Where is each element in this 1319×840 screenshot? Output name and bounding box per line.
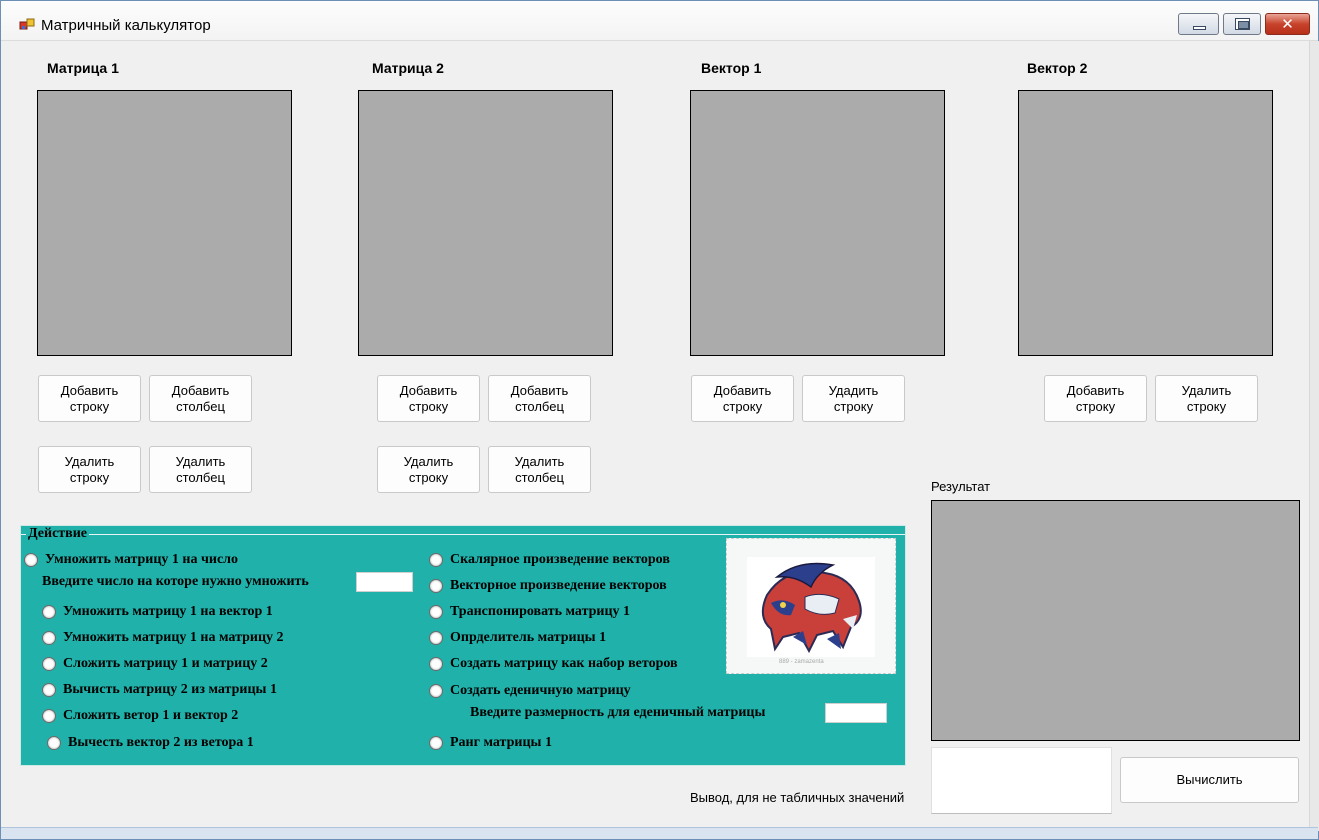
maximize-button[interactable]: [1223, 13, 1261, 35]
number-input[interactable]: [356, 572, 413, 592]
title-bar[interactable]: Матричный калькулятор ✕: [1, 1, 1318, 41]
radio-rank[interactable]: Ранг матрицы 1: [429, 735, 552, 751]
app-icon: [19, 18, 35, 30]
radio-identity-matrix[interactable]: Создать еденичную матрицу: [429, 683, 631, 699]
radio-circle[interactable]: [429, 605, 443, 619]
matrix2-add-column-button[interactable]: Добавить столбец: [488, 375, 591, 422]
matrix2-grid[interactable]: [358, 90, 613, 356]
groupbox-title: Действие: [26, 526, 90, 542]
radio-circle[interactable]: [42, 657, 56, 671]
radio-circle[interactable]: [24, 553, 38, 567]
matrix1-delete-row-button[interactable]: Удалить строку: [38, 446, 141, 493]
action-groupbox: Действие Умножить матрицу 1 на число Вве…: [20, 525, 906, 766]
picture-caption: 889 - zamazenta: [779, 659, 824, 665]
radio-circle[interactable]: [429, 553, 443, 567]
radio-label: Сложить ветор 1 и вектор 2: [63, 708, 239, 723]
radio-label: Сложить матрицу 1 и матрицу 2: [63, 656, 268, 671]
radio-circle[interactable]: [42, 631, 56, 645]
output-field[interactable]: [931, 747, 1112, 814]
vector2-delete-row-button[interactable]: Удалить строку: [1155, 375, 1258, 422]
radio-label: Умножить матрицу 1 на число: [45, 552, 239, 567]
close-button[interactable]: ✕: [1265, 13, 1310, 35]
radio-label: Скалярное произведение векторов: [450, 552, 670, 567]
matrix2-delete-column-button[interactable]: Удалить столбец: [488, 446, 591, 493]
window-title: Матричный калькулятор: [41, 17, 211, 34]
matrix2-label: Матрица 2: [372, 60, 444, 76]
picture-box: 889 - zamazenta: [726, 538, 896, 674]
minimize-button[interactable]: [1178, 13, 1219, 35]
radio-circle[interactable]: [47, 736, 61, 750]
radio-circle[interactable]: [429, 736, 443, 750]
radio-circle[interactable]: [42, 683, 56, 697]
matrix1-label: Матрица 1: [47, 60, 119, 76]
right-edge-strip: [1309, 41, 1319, 831]
radio-label: Опрделитель матрицы 1: [450, 630, 607, 645]
vector1-delete-row-button[interactable]: Удадить строку: [802, 375, 905, 422]
vector2-add-row-button[interactable]: Добавить строку: [1044, 375, 1147, 422]
radio-add-vectors[interactable]: Сложить ветор 1 и вектор 2: [42, 708, 238, 724]
radio-label: Умножить матрицу 1 на вектор 1: [63, 604, 273, 619]
maximize-icon: [1235, 18, 1250, 30]
vector2-grid[interactable]: [1018, 90, 1273, 356]
radio-matrix-from-vectors[interactable]: Создать матрицу как набор веторов: [429, 656, 678, 672]
radio-determinant[interactable]: Опрделитель матрицы 1: [429, 630, 606, 646]
radio-multiply-by-number[interactable]: Умножить матрицу 1 на число: [24, 552, 238, 568]
result-grid[interactable]: [931, 500, 1300, 741]
radio-circle[interactable]: [429, 579, 443, 593]
number-hint: Введите число на которе нужно умножить: [42, 574, 309, 589]
close-icon: ✕: [1281, 15, 1294, 33]
vector1-grid[interactable]: [690, 90, 945, 356]
radio-subtract-vectors[interactable]: Вычесть вектор 2 из ветора 1: [47, 735, 254, 751]
groupbox-border: [21, 534, 905, 535]
vector1-add-row-button[interactable]: Добавить строку: [691, 375, 794, 422]
radio-label: Вычисть матрицу 2 из матрицы 1: [63, 682, 277, 697]
matrix2-delete-row-button[interactable]: Удалить строку: [377, 446, 480, 493]
radio-label: Умножить матрицу 1 на матрицу 2: [63, 630, 284, 645]
radio-circle[interactable]: [42, 709, 56, 723]
radio-label: Ранг матрицы 1: [450, 735, 552, 750]
radio-subtract-matrices[interactable]: Вычисть матрицу 2 из матрицы 1: [42, 682, 277, 698]
matrix1-delete-column-button[interactable]: Удалить столбец: [149, 446, 252, 493]
radio-label: Создать матрицу как набор веторов: [450, 656, 678, 671]
radio-matrix1-times-vector1[interactable]: Умножить матрицу 1 на вектор 1: [42, 604, 273, 620]
radio-matrix1-times-matrix2[interactable]: Умножить матрицу 1 на матрицу 2: [42, 630, 284, 646]
identity-hint: Введите размерность для еденичный матриц…: [470, 705, 766, 720]
calculate-button[interactable]: Вычислить: [1120, 757, 1299, 803]
radio-add-matrices[interactable]: Сложить матрицу 1 и матрицу 2: [42, 656, 268, 672]
radio-label: Создать еденичную матрицу: [450, 683, 631, 698]
minimize-icon: [1193, 26, 1206, 30]
radio-label: Векторное произведение векторов: [450, 578, 667, 593]
vector1-label: Вектор 1: [701, 60, 762, 76]
radio-vector-product[interactable]: Векторное произведение векторов: [429, 578, 667, 594]
radio-circle[interactable]: [429, 631, 443, 645]
output-label: Вывод, для не табличных значений: [690, 790, 905, 805]
radio-circle[interactable]: [42, 605, 56, 619]
bottom-edge-strip: [1, 827, 1318, 839]
app-window: Матричный калькулятор ✕ Матрица 1 Матриц…: [0, 0, 1319, 840]
matrix1-add-row-button[interactable]: Добавить строку: [38, 375, 141, 422]
radio-scalar-product[interactable]: Скалярное произведение векторов: [429, 552, 670, 568]
matrix1-grid[interactable]: [37, 90, 292, 356]
matrix1-add-column-button[interactable]: Добавить столбец: [149, 375, 252, 422]
radio-circle[interactable]: [429, 684, 443, 698]
zamazenta-image: [747, 557, 875, 657]
radio-label: Вычесть вектор 2 из ветора 1: [68, 735, 254, 750]
result-label: Результат: [931, 479, 991, 494]
identity-size-input[interactable]: [825, 703, 887, 723]
matrix2-add-row-button[interactable]: Добавить строку: [377, 375, 480, 422]
vector2-label: Вектор 2: [1027, 60, 1088, 76]
radio-label: Транспонировать матрицу 1: [450, 604, 631, 619]
radio-transpose[interactable]: Транспонировать матрицу 1: [429, 604, 630, 620]
radio-circle[interactable]: [429, 657, 443, 671]
